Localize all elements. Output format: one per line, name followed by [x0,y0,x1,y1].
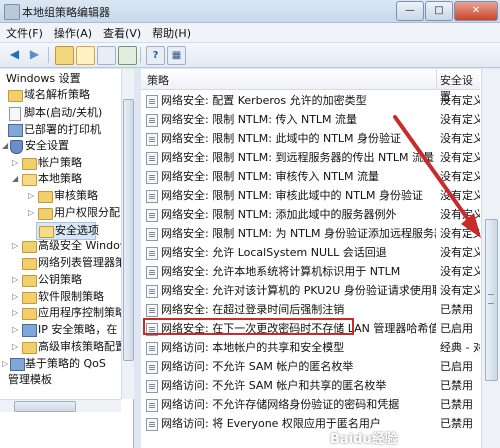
expand-icon[interactable]: ▷ [12,305,20,321]
close-button[interactable]: ✕ [454,1,498,21]
forward-icon[interactable]: ▶ [26,46,43,63]
back-icon[interactable]: ◀ [6,46,23,63]
collapse-icon[interactable]: ◢ [2,138,10,154]
expand-icon[interactable]: ▷ [28,205,36,221]
list-item[interactable]: 网络安全: 允许本地系统将计算机标识用于 NTLM 没有定义 [141,262,480,281]
policy-icon [146,114,158,127]
folder-icon [22,258,37,270]
list-item[interactable]: 网络安全: 限制 NTLM: 传入 NTLM 流量 没有定义 [141,110,480,129]
folder-icon [22,275,37,287]
maximize-button[interactable]: □ [425,1,453,21]
policy-icon [146,209,158,222]
toolbar: ◀ ▶ ? ▦ [0,43,500,68]
title-bar: 本地组策略编辑器 — □ ✕ [0,0,500,23]
help-icon[interactable]: ? [146,46,165,65]
folder-open-icon [39,226,54,238]
network-icon [22,324,37,337]
folder-icon [38,191,53,203]
refresh-icon[interactable] [97,46,116,65]
list-item[interactable]: 网络安全: 限制 NTLM: 为 NTLM 身份验证添加远程服务器... 没有定义 [141,224,480,243]
chart-icon [10,358,25,371]
folder-icon [22,292,37,304]
policy-icon [146,133,158,146]
document-icon [9,107,21,121]
expand-icon[interactable]: ▷ [2,356,10,372]
policy-icon [146,418,158,431]
folder-icon [38,208,53,220]
list-item[interactable]: 网络安全: 在超过登录时间后强制注销 已禁用 [141,300,480,319]
tree-pane: Windows 设置 域名解析策略 脚本(启动/关机) 已部署的打印机 ◢ 安全… [0,69,134,448]
folder-open-icon [22,174,37,186]
policy-icon [146,304,158,317]
app-icon [4,4,20,20]
expand-icon[interactable]: ▷ [12,289,20,305]
policy-icon [146,228,158,241]
export-icon[interactable] [118,46,137,65]
list-item[interactable]: 网络安全: 限制 NTLM: 添加此域中的服务器例外 没有定义 [141,205,480,224]
expand-icon[interactable]: ▷ [12,155,20,171]
policy-icon [146,361,158,374]
list-item[interactable]: 网络安全: 允许对该计算机的 PKU2U 身份验证请求使用联... 没有定义 [141,281,480,300]
menu-help[interactable]: 帮助(H) [146,23,196,42]
list-item[interactable]: 网络安全: 限制 NTLM: 审核此域中的 NTLM 身份验证 没有定义 [141,186,480,205]
list-item[interactable]: 网络访问: 将 Everyone 权限应用于匿名用户 已禁用 [141,414,480,433]
policy-icon [146,247,158,260]
tree-horizontal-scrollbar[interactable] [0,399,121,412]
tree-vertical-scrollbar[interactable] [121,69,134,399]
list-item[interactable]: 网络访问: 本地帐户的共享和安全模型 经典 - 对 [141,338,480,357]
menu-action[interactable]: 操作(A) [48,23,97,42]
shield-icon [10,140,23,154]
expand-icon[interactable]: ▷ [12,238,20,254]
minimize-button[interactable]: — [396,1,424,21]
policy-icon [146,95,158,108]
watermark: Baidu经验 [330,432,398,447]
policy-icon [146,342,158,355]
properties-icon[interactable]: ▦ [167,46,186,65]
expand-icon[interactable]: ▷ [12,339,20,355]
up-folder-icon[interactable] [55,46,74,65]
show-tree-icon[interactable] [76,46,95,65]
expand-icon[interactable]: ▷ [12,322,20,338]
folder-icon [8,90,23,102]
list-header: 策略 安全设置 [141,69,480,103]
window-title: 本地组策略编辑器 [22,6,110,19]
menu-file[interactable]: 文件(F) [0,23,48,42]
list-item[interactable]: 网络访问: 不允许 SAM 帐户和共享的匿名枚举 已禁用 [141,376,480,395]
collapse-icon[interactable]: ◢ [12,171,20,187]
expand-icon[interactable]: ▷ [28,188,36,204]
column-policy[interactable]: 策略 [147,72,169,88]
expand-icon[interactable]: ▷ [12,272,20,288]
list-item[interactable]: 网络安全: 允许 LocalSystem NULL 会话回退 没有定义 [141,243,480,262]
policy-icon [146,171,158,184]
folder-icon [22,342,37,354]
folder-icon [22,158,37,170]
printer-icon [8,124,23,137]
list-item[interactable]: 网络访问: 不允许存储网络身份验证的密码和凭据 已禁用 [141,395,480,414]
menu-view[interactable]: 查看(V) [97,23,146,42]
folder-icon [22,308,37,320]
menu-bar: 文件(F) 操作(A) 查看(V) 帮助(H) [0,23,500,43]
policy-icon [146,380,158,393]
annotation-highlight-box [143,318,354,335]
list-item[interactable]: 网络安全: 限制 NTLM: 到远程服务器的传出 NTLM 流量 没有定义 [141,148,480,167]
policy-icon [146,190,158,203]
list-item[interactable]: 网络安全: 配置 Kerberos 允许的加密类型 没有定义 [141,91,480,110]
policy-icon [146,399,158,412]
list-item[interactable]: 网络安全: 限制 NTLM: 审核传入 NTLM 流量 没有定义 [141,167,480,186]
list-item[interactable]: 网络访问: 不允许 SAM 帐户的匿名枚举 已启用 [141,357,480,376]
list-item[interactable]: 网络安全: 限制 NTLM: 此域中的 NTLM 身份验证 没有定义 [141,129,480,148]
policy-icon [146,266,158,279]
policy-icon [146,285,158,298]
folder-icon [22,241,37,253]
list-vertical-scrollbar[interactable] [481,69,500,448]
policy-icon [146,152,158,165]
scrollbar-grip-icon [488,294,494,304]
gpedit-window: 本地组策略编辑器 — □ ✕ 文件(F) 操作(A) 查看(V) 帮助(H) ◀… [0,0,500,448]
